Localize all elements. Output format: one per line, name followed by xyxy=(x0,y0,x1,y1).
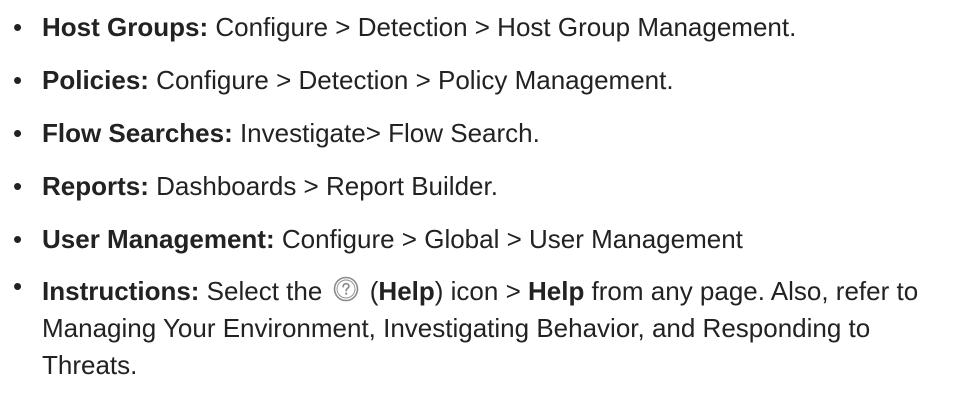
path-user-management: Configure > Global > User Management xyxy=(274,224,743,254)
path-host-groups: Configure > Detection > Host Group Manag… xyxy=(208,12,797,42)
bullet: • xyxy=(13,118,23,148)
list-item-policies: • Policies: Configure > Detection > Poli… xyxy=(0,61,967,99)
bullet: • xyxy=(13,171,23,201)
bullet: • xyxy=(13,12,23,42)
term-reports: Reports: xyxy=(42,171,149,201)
list-item-reports: • Reports: Dashboards > Report Builder. xyxy=(0,167,967,205)
term-flow-searches: Flow Searches: xyxy=(42,118,233,148)
document: • Host Groups: Configure > Detection > H… xyxy=(0,0,967,402)
bullet: • xyxy=(13,224,23,254)
term-policies: Policies: xyxy=(42,65,149,95)
navigation-list: • Host Groups: Configure > Detection > H… xyxy=(0,8,967,399)
path-reports: Dashboards > Report Builder. xyxy=(148,171,498,201)
bullet: • xyxy=(13,271,23,301)
list-item-user-management: • User Management: Configure > Global > … xyxy=(0,220,967,258)
help-menu-label: Help xyxy=(527,276,585,306)
path-policies: Configure > Detection > Policy Managemen… xyxy=(148,65,674,95)
instructions-pre-icon: Select the xyxy=(199,276,330,306)
help-label: Help xyxy=(378,276,435,306)
instructions-post-icon: ) icon > xyxy=(434,276,528,306)
term-instructions: Instructions: xyxy=(42,276,200,306)
list-item-flow-searches: • Flow Searches: Investigate> Flow Searc… xyxy=(0,114,967,152)
list-item-instructions: • Instructions: Select the (Help) icon >… xyxy=(0,271,947,384)
instructions-paren-open: ( xyxy=(362,276,379,306)
list-item-host-groups: • Host Groups: Configure > Detection > H… xyxy=(0,8,967,46)
term-host-groups: Host Groups: xyxy=(42,12,209,42)
term-user-management: User Management: xyxy=(42,224,275,254)
bullet: • xyxy=(13,65,23,95)
path-flow-searches: Investigate> Flow Search. xyxy=(232,118,540,148)
help-circle-icon xyxy=(333,276,359,302)
